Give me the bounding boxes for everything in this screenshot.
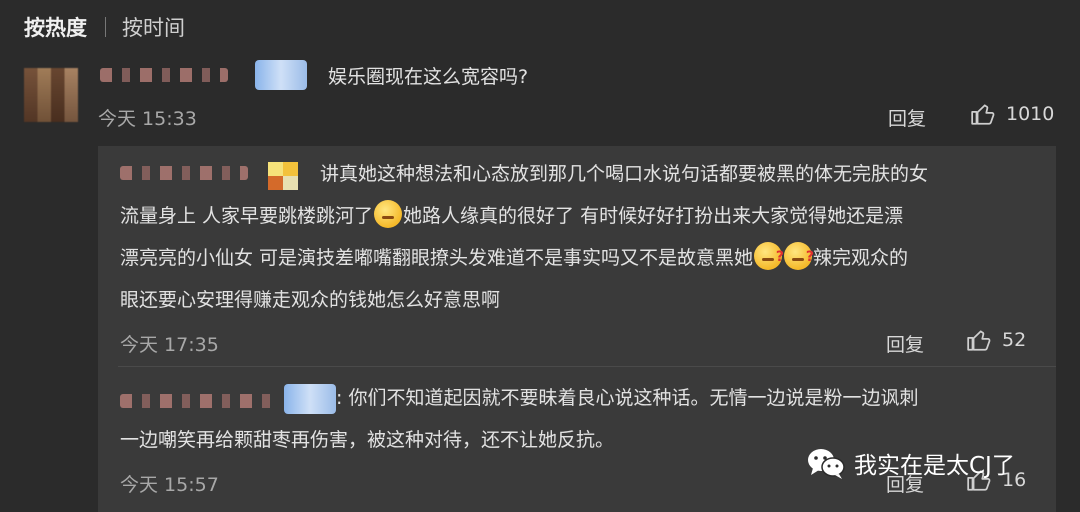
reply-button[interactable]: 回复 (888, 104, 926, 131)
like-count: 1010 (1006, 103, 1055, 125)
comment-time: 今天 15:33 (98, 108, 197, 130)
confused-emoji-icon (754, 236, 784, 278)
sort-divider (105, 17, 106, 37)
thumbs-up-icon (967, 330, 991, 351)
sort-by-hot-tab[interactable]: 按热度 (24, 12, 87, 42)
thumbs-up-icon (971, 104, 995, 125)
reply-time: 今天 17:35 (120, 334, 219, 356)
wechat-icon (808, 449, 845, 479)
avatar[interactable] (24, 68, 78, 122)
sort-bar: 按热度 按时间 (24, 10, 185, 44)
like-button[interactable]: 1010 (970, 101, 1054, 127)
comment-text: 娱乐圈现在这么宽容吗? (328, 66, 529, 88)
smile-emoji-icon (374, 200, 403, 228)
reply-divider (118, 366, 1056, 367)
confused-emoji-icon (784, 236, 814, 278)
reply-button[interactable]: 回复 (886, 330, 924, 357)
reply-text: 讲真她这种想法和心态放到那几个喝口水说句话都要被黑的体无完肤的女 流量身上 人家… (120, 153, 1040, 321)
watermark: 我实在是太CJ了 (806, 446, 1015, 480)
watermark-text: 我实在是太CJ了 (854, 453, 1015, 479)
username-blurred[interactable] (100, 68, 228, 82)
sort-by-time-tab[interactable]: 按时间 (122, 12, 185, 42)
like-button[interactable]: 52 (966, 327, 1026, 353)
reply-time: 今天 15:57 (120, 474, 219, 496)
like-count: 52 (1002, 329, 1027, 351)
user-badge-blurred (255, 60, 307, 90)
